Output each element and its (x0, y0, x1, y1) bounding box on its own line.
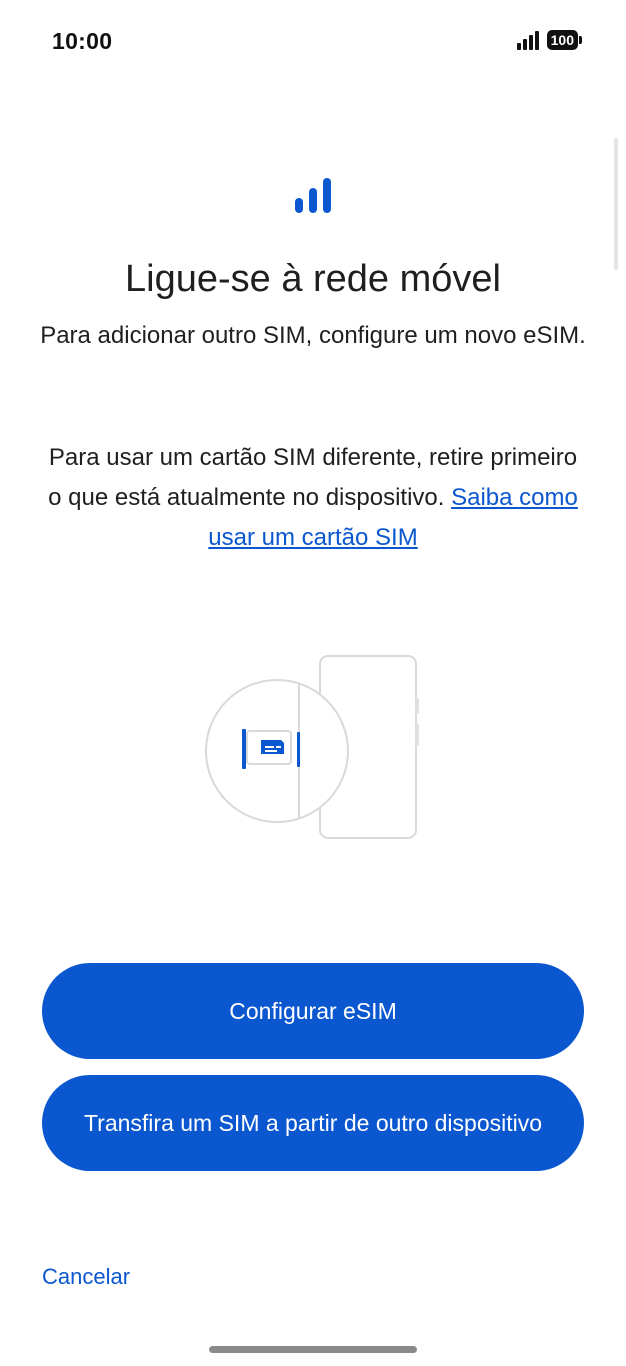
screen: 10:00 100 Ligue-se à rede móvel Para adi… (0, 0, 626, 1366)
setup-esim-button[interactable]: Configurar eSIM (42, 963, 584, 1059)
home-indicator[interactable] (209, 1346, 417, 1353)
status-time: 10:00 (52, 28, 113, 54)
sim-card-instructions: Para usar um cartão SIM diferente, retir… (40, 438, 586, 558)
sim-tray-illustration (205, 655, 419, 839)
battery-indicator: 100 (546, 30, 583, 50)
cellular-signal-icon (516, 31, 539, 50)
transfer-sim-button[interactable]: Transfira um SIM a partir de outro dispo… (42, 1075, 584, 1171)
page-title: Ligue-se à rede móvel (125, 258, 501, 300)
status-bar: 10:00 100 (0, 0, 626, 80)
scrollbar[interactable] (614, 138, 618, 270)
cancel-button[interactable]: Cancelar (42, 1264, 130, 1290)
esim-instructions: Para adicionar outro SIM, configure um n… (40, 322, 586, 349)
status-icons: 100 (516, 30, 583, 50)
signal-bars-icon (295, 178, 331, 213)
